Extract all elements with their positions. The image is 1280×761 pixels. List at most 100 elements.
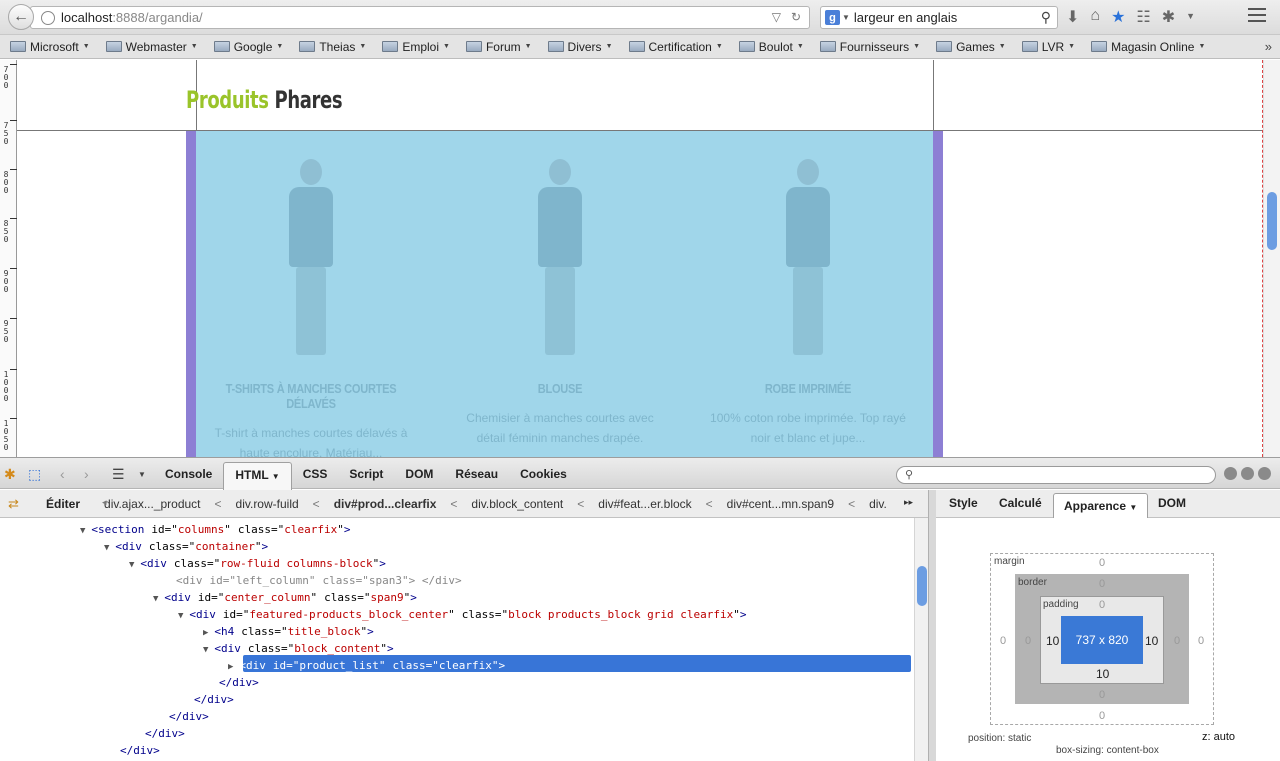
firebug-icon[interactable]: ✱ (4, 466, 16, 483)
bookmark-folder[interactable]: Games ▼ (936, 40, 1006, 54)
url-bar[interactable]: localhost:8888/argandia/ ▽ ↻ (30, 6, 810, 29)
twisty-collapsed-icon[interactable]: ▶ (203, 628, 208, 638)
breadcrumb-item[interactable]: div.block_content (471, 497, 563, 511)
breadcrumb-item[interactable]: div.row-fuild (236, 497, 299, 511)
html-node[interactable]: ▼ <section id="columns" class="clearfix"> (80, 521, 351, 538)
html-node[interactable]: ▼ <div id="center_column" class="span9"> (153, 589, 417, 606)
bookmark-folder[interactable]: Certification ▼ (628, 40, 723, 54)
attr-name[interactable]: id (198, 591, 211, 604)
attr-value[interactable]: block products_block grid clearfix (508, 608, 733, 621)
attr-name[interactable]: class (393, 659, 426, 672)
tab-cookies[interactable]: Cookies (509, 462, 578, 490)
attr-name[interactable]: id (210, 574, 223, 587)
margin-left[interactable]: 0 (1000, 635, 1006, 647)
side-tab-calcul[interactable]: Calculé (999, 496, 1042, 510)
reload-icon[interactable]: ↻ (791, 10, 801, 24)
scroll-thumb[interactable] (917, 566, 927, 606)
padding-bottom[interactable]: 10 (1096, 667, 1109, 681)
product-name[interactable]: BLOUSE (458, 381, 662, 396)
search-input[interactable]: largeur en anglais (854, 10, 957, 25)
back-icon[interactable]: ‹ (60, 466, 65, 482)
bookmark-folder[interactable]: Webmaster ▼ (105, 40, 198, 54)
close-icon[interactable] (1258, 467, 1271, 480)
attr-name[interactable]: id (273, 659, 286, 672)
side-tab-dom[interactable]: DOM (1158, 496, 1186, 510)
forward-icon[interactable]: › (84, 466, 89, 482)
side-tab-apparence[interactable]: Apparence ▼ (1053, 493, 1149, 519)
detach-icon[interactable] (1241, 467, 1254, 480)
bookmarks-list-icon[interactable]: ☷ (1136, 7, 1150, 27)
attr-value[interactable]: clearfix (284, 523, 337, 536)
product-card[interactable]: BLOUSE Chemisier à manches courtes avec d… (440, 131, 680, 448)
bookmark-folder[interactable]: Microsoft ▼ (10, 40, 90, 54)
tab-console[interactable]: Console (154, 462, 223, 490)
attr-value[interactable]: columns (178, 523, 224, 536)
search-icon[interactable]: ⚲ (1041, 9, 1051, 26)
menu-icon[interactable] (1248, 8, 1266, 22)
border-right[interactable]: 0 (1174, 635, 1180, 647)
inspect-icon[interactable]: ⬚ (28, 466, 41, 483)
breadcrumb-scroll-right-icon[interactable]: ▸▸ (904, 497, 913, 508)
side-tab-style[interactable]: Style (949, 496, 978, 510)
tab-script[interactable]: Script (338, 462, 394, 490)
bookmark-folder[interactable]: Fournisseurs ▼ (819, 40, 920, 54)
padding-top[interactable]: 0 (1099, 599, 1105, 611)
attr-value[interactable]: featured-products_block_center (249, 608, 448, 621)
margin-right[interactable]: 0 (1198, 635, 1204, 647)
breadcrumb-item[interactable]: div#prod...clearfix (334, 497, 437, 511)
tab-css[interactable]: CSS (292, 462, 339, 490)
tab-dom[interactable]: DOM (394, 462, 444, 490)
tab-html[interactable]: HTML ▼ (223, 462, 292, 490)
border-left[interactable]: 0 (1025, 635, 1031, 647)
twisty-expanded-icon[interactable]: ▼ (129, 560, 134, 570)
html-node[interactable]: <div id="left_column" class="span3"> </div… (170, 572, 462, 589)
dropdown-arrow-icon[interactable]: ▽ (772, 10, 781, 24)
html-node[interactable]: ▼ <div class="container"> (104, 538, 268, 555)
bookmark-folder[interactable]: LVR ▼ (1021, 40, 1075, 54)
chevron-down-icon[interactable]: ▼ (138, 470, 146, 479)
back-button[interactable]: ← (8, 4, 34, 30)
twisty-collapsed-icon[interactable]: ▶ (228, 662, 233, 672)
twisty-expanded-icon[interactable]: ▼ (80, 526, 85, 536)
list-icon[interactable]: ☰ (112, 466, 125, 483)
breadcrumb-item[interactable]: div#cent...mn.span9 (727, 497, 834, 511)
html-node[interactable]: </div> (169, 708, 209, 725)
twisty-expanded-icon[interactable]: ▼ (153, 594, 158, 604)
selected-node[interactable]: ▶ <div id="product_list" class="clearfix"> (228, 657, 505, 674)
attr-value[interactable]: row-fluid columns-block (220, 557, 372, 570)
html-node[interactable]: </div> (145, 725, 185, 742)
panel-splitter[interactable] (928, 490, 936, 761)
html-node[interactable]: ▶ <h4 class="title_block"> (203, 623, 374, 640)
attr-value[interactable]: span9 (371, 591, 404, 604)
margin-top[interactable]: 0 (1099, 557, 1105, 569)
attr-name[interactable]: class (238, 523, 271, 536)
product-card[interactable]: ROBE IMPRIMÉE 100% coton robe imprimée. T… (688, 131, 928, 448)
breadcrumb-item[interactable]: div.ajax..._product (104, 497, 201, 511)
product-name[interactable]: T-SHIRTS À MANCHES COURTES DÉLAVÉS (209, 381, 413, 411)
twisty-expanded-icon[interactable]: ▼ (178, 611, 183, 621)
attr-value[interactable]: center_column (224, 591, 310, 604)
tab-rseau[interactable]: Réseau (444, 462, 509, 490)
chevron-down-icon[interactable]: ▼ (1186, 11, 1195, 27)
product-card[interactable]: T-SHIRTS À MANCHES COURTES DÉLAVÉS T-shir… (191, 131, 431, 457)
attr-value[interactable]: span3 (369, 574, 402, 587)
bookmark-folder[interactable]: Emploi ▼ (382, 40, 450, 54)
breadcrumb-item[interactable]: div. (869, 497, 887, 511)
attr-value[interactable]: product_list (299, 659, 378, 672)
padding-left[interactable]: 10 (1046, 634, 1059, 648)
download-icon[interactable]: ⬇ (1066, 7, 1079, 27)
home-icon[interactable]: ⌂ (1090, 7, 1100, 27)
attr-name[interactable]: class (149, 540, 182, 553)
attr-value[interactable]: left_column (236, 574, 309, 587)
bookmark-folder[interactable]: Magasin Online ▼ (1091, 40, 1205, 54)
bookmark-folder[interactable]: Google ▼ (213, 40, 283, 54)
edit-button[interactable]: Éditer (46, 497, 80, 511)
html-scrollbar[interactable] (914, 518, 928, 761)
firebug-icon[interactable]: ✱ (1162, 7, 1175, 27)
attr-name[interactable]: id (151, 523, 164, 536)
border-top[interactable]: 0 (1099, 578, 1105, 590)
border-bottom[interactable]: 0 (1099, 689, 1105, 701)
breadcrumb-item[interactable]: div#feat...er.block (598, 497, 691, 511)
bookmark-folder[interactable]: Theias ▼ (299, 40, 366, 54)
attr-name[interactable]: class (322, 574, 355, 587)
